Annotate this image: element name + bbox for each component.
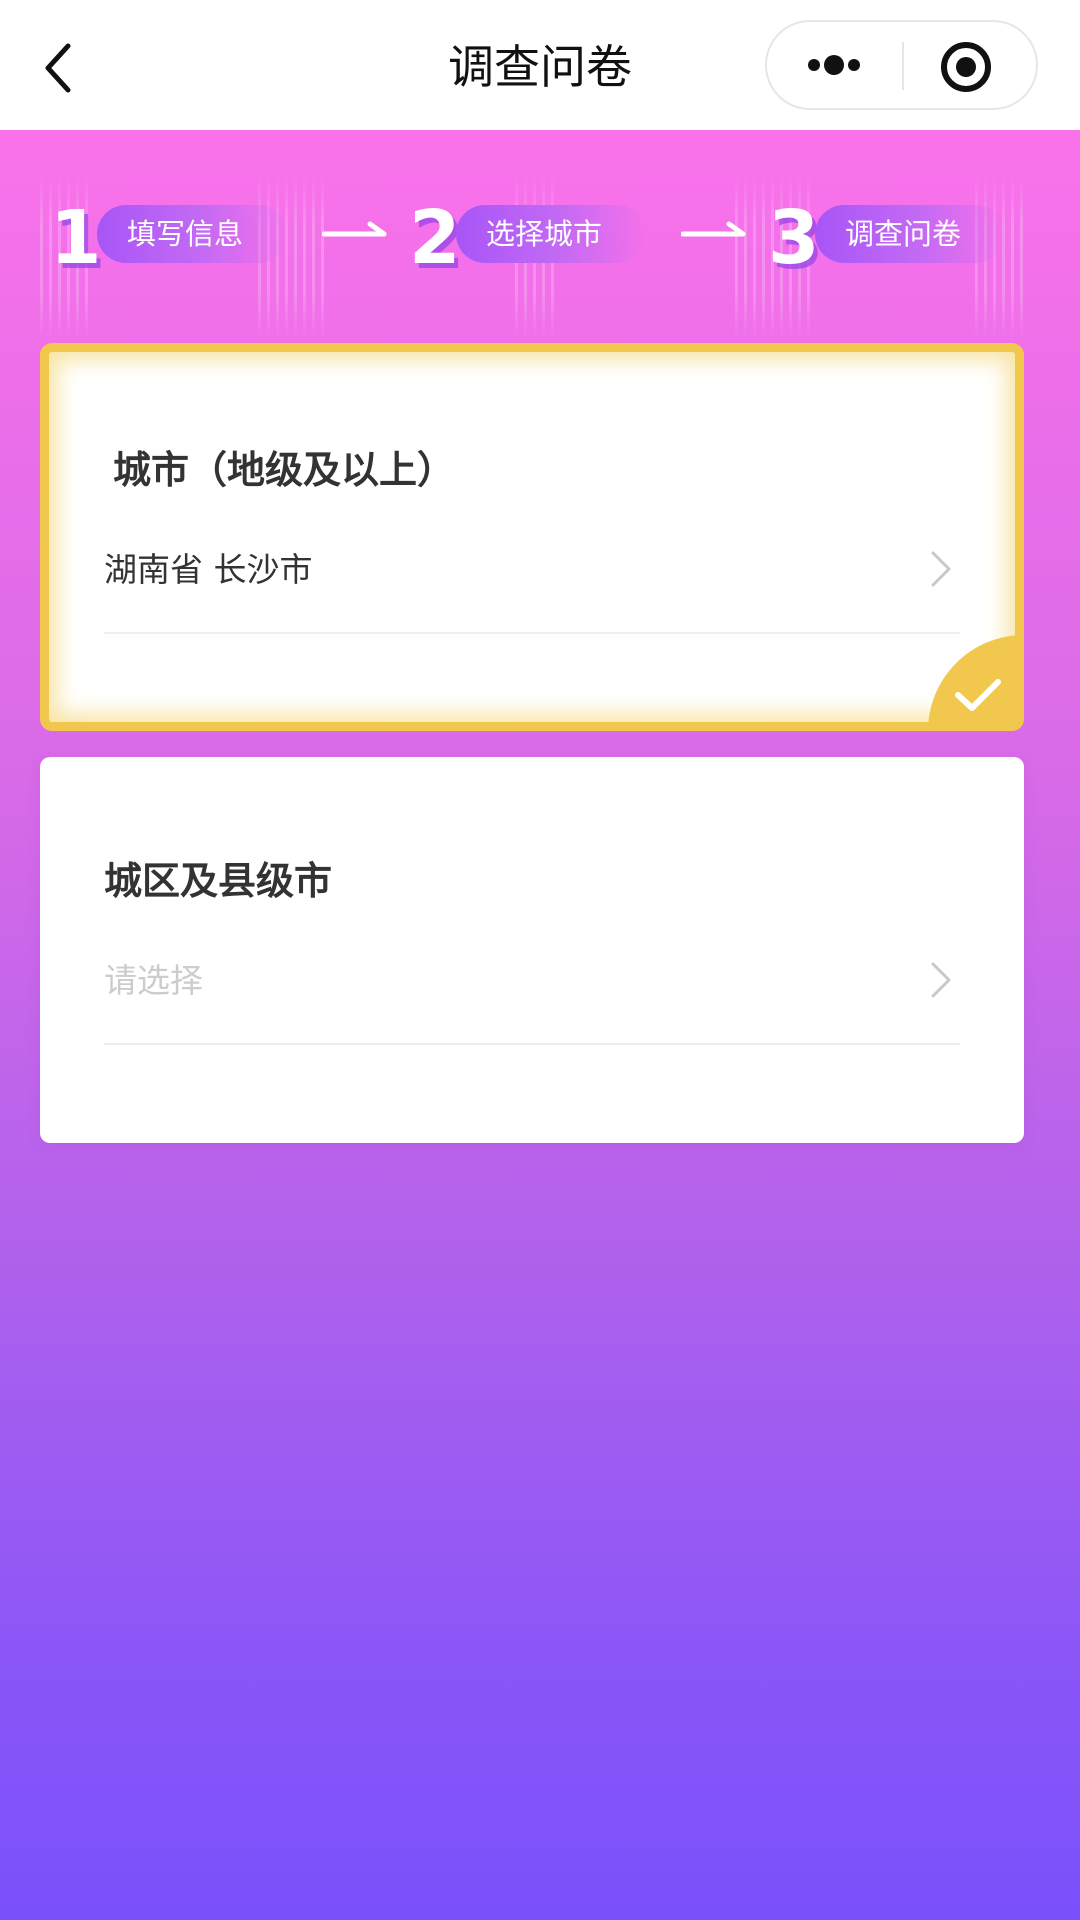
step-number-3: 3 — [768, 195, 820, 281]
step-number-1: 1 — [50, 195, 102, 281]
step-label-survey: 调查问卷 — [815, 205, 1005, 263]
more-dots-icon — [808, 55, 860, 75]
step-label-fill-info: 填写信息 — [97, 205, 287, 263]
district-select[interactable]: 请选择 — [104, 945, 960, 1045]
step-number-2: 2 — [409, 195, 461, 281]
arrow-right-icon — [322, 221, 387, 237]
check-icon — [928, 635, 1015, 722]
city-card-title: 城市（地级及以上） — [113, 448, 456, 492]
arrow-right-icon — [681, 221, 746, 237]
step-label-select-city: 选择城市 — [456, 205, 646, 263]
mini-program-capsule — [765, 20, 1038, 110]
district-card: 城区及县级市 请选择 — [40, 757, 1024, 1143]
district-select-placeholder: 请选择 — [104, 961, 203, 1000]
city-select-value: 湖南省 长沙市 — [104, 550, 313, 589]
city-select[interactable]: 湖南省 长沙市 — [104, 534, 960, 634]
more-button[interactable] — [767, 22, 901, 108]
close-button[interactable] — [904, 22, 1036, 108]
chevron-right-icon — [931, 551, 951, 587]
city-card: 城市（地级及以上） 湖南省 长沙市 — [40, 343, 1024, 731]
target-circle-icon — [941, 42, 991, 92]
district-card-title: 城区及县级市 — [104, 859, 333, 903]
chevron-right-icon — [931, 962, 951, 998]
navigation-bar: 调查问卷 — [0, 0, 1080, 130]
